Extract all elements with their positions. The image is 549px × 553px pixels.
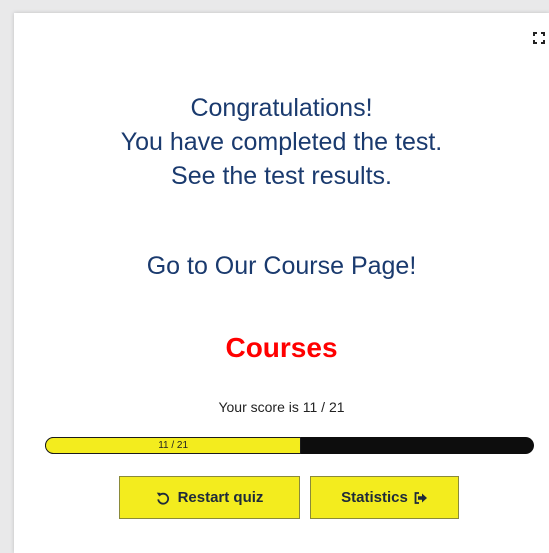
restart-quiz-label: Restart quiz: [177, 489, 264, 506]
restart-icon: [156, 491, 170, 505]
progress-fill: 11 / 21: [45, 437, 302, 454]
completion-text: You have completed the test.: [120, 128, 443, 156]
fullscreen-icon[interactable]: [533, 32, 545, 44]
restart-quiz-button[interactable]: Restart quiz: [119, 476, 300, 519]
statistics-button[interactable]: Statistics: [310, 476, 459, 519]
see-results-text: See the test results.: [171, 162, 392, 190]
score-text: Your score is 11 / 21: [218, 399, 345, 415]
score-progress-bar: 11 / 21: [45, 437, 534, 454]
congratulations-text: Congratulations!: [190, 94, 373, 122]
sign-out-icon: [414, 491, 428, 504]
progress-label: 11 / 21: [158, 439, 189, 451]
courses-heading: Courses: [225, 332, 338, 363]
course-page-link[interactable]: Go to Our Course Page!: [14, 249, 549, 283]
statistics-label: Statistics: [341, 489, 408, 506]
